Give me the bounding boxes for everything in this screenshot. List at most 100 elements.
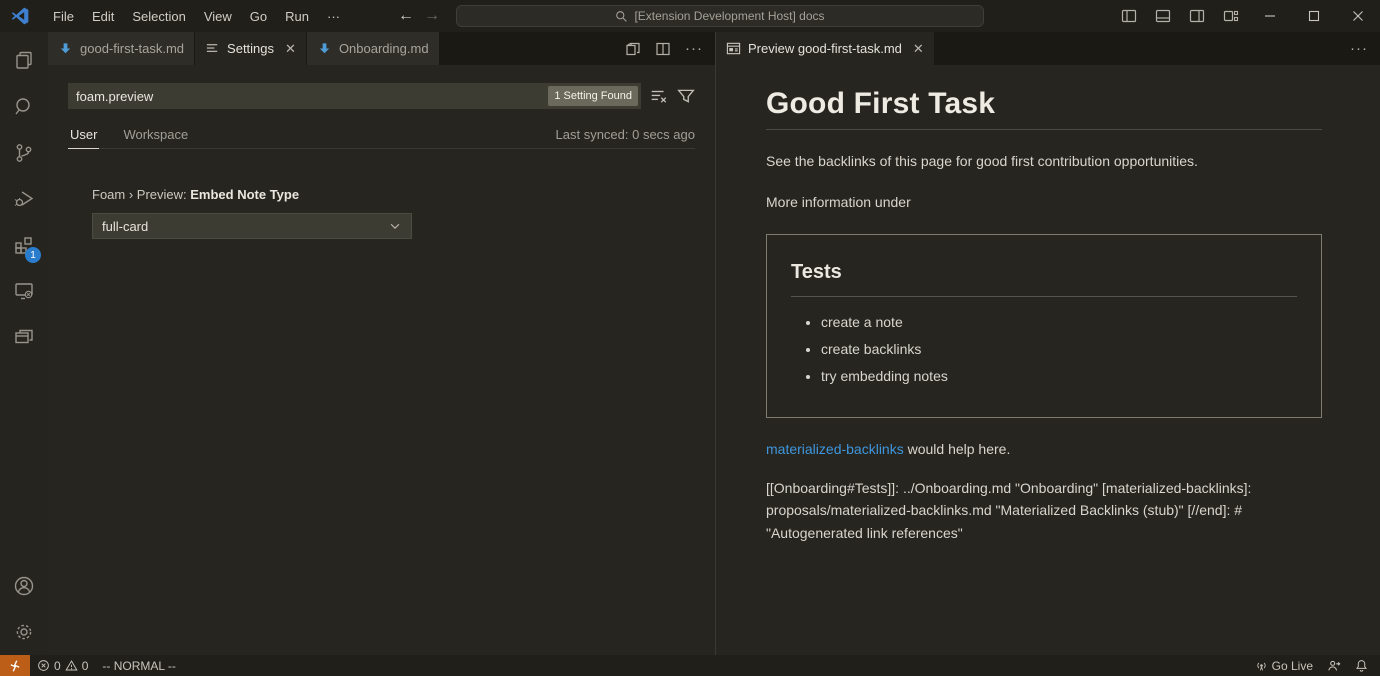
more-actions-icon[interactable]: ··· xyxy=(685,40,703,57)
minimize-icon xyxy=(1264,10,1276,22)
activity-explorer[interactable] xyxy=(0,38,48,84)
preview-paragraph: More information under xyxy=(766,192,1322,212)
remote-icon xyxy=(8,659,22,673)
open-settings-json-icon[interactable] xyxy=(625,41,641,57)
menu-go[interactable]: Go xyxy=(241,0,276,32)
embedded-note-card: Tests create a note create backlinks try… xyxy=(766,234,1322,419)
markdown-preview-icon xyxy=(726,41,741,56)
settings-editor: 1 Setting Found User Workspace Last sync… xyxy=(48,65,715,239)
autogenerated-link-references: [[Onboarding#Tests]]: ../Onboarding.md "… xyxy=(766,477,1322,545)
menu-run[interactable]: Run xyxy=(276,0,318,32)
toggle-secondary-sidebar-icon[interactable] xyxy=(1189,8,1205,24)
search-icon xyxy=(615,10,628,23)
feedback-button[interactable] xyxy=(1320,655,1348,676)
menu-edit[interactable]: Edit xyxy=(83,0,123,32)
clear-search-filters-icon[interactable] xyxy=(650,87,668,105)
activity-extensions[interactable]: 1 xyxy=(0,222,48,268)
error-count: 0 xyxy=(54,659,61,673)
remote-explorer-icon xyxy=(12,279,36,303)
activity-remote-explorer[interactable] xyxy=(0,268,48,314)
command-center-search[interactable]: [Extension Development Host] docs xyxy=(456,5,984,27)
source-control-branch-icon xyxy=(12,141,36,165)
tab-label: good-first-task.md xyxy=(80,41,184,56)
menu-file[interactable]: File xyxy=(44,0,83,32)
broadcast-icon xyxy=(1255,659,1268,672)
embedded-note-list: create a note create backlinks try embed… xyxy=(791,312,1297,387)
search-magnifier-icon xyxy=(12,95,36,119)
maximize-icon xyxy=(1308,10,1320,22)
tab-close-icon[interactable]: ✕ xyxy=(285,41,296,57)
error-icon xyxy=(37,659,50,672)
tab-close-icon[interactable]: ✕ xyxy=(913,41,924,57)
problems-status[interactable]: 0 0 xyxy=(30,655,95,676)
split-editor-icon[interactable] xyxy=(655,41,671,57)
markdown-preview: Good First Task See the backlinks of thi… xyxy=(716,65,1380,545)
go-live-label: Go Live xyxy=(1272,659,1313,673)
embed-note-type-select[interactable]: full-card xyxy=(92,213,412,239)
menu-more[interactable]: ··· xyxy=(318,0,349,32)
setting-title-name: Embed Note Type xyxy=(190,187,299,202)
vim-mode-indicator[interactable]: -- NORMAL -- xyxy=(95,655,183,676)
toggle-primary-sidebar-icon[interactable] xyxy=(1121,8,1137,24)
activity-source-control[interactable] xyxy=(0,130,48,176)
last-synced-label: Last synced: 0 secs ago xyxy=(556,127,695,142)
tab-label: Settings xyxy=(227,41,274,56)
tab-preview-good-first-task[interactable]: Preview good-first-task.md ✕ xyxy=(716,32,935,65)
go-live-button[interactable]: Go Live xyxy=(1248,655,1320,676)
minimize-button[interactable] xyxy=(1248,0,1292,32)
markdown-file-icon xyxy=(317,41,332,56)
more-actions-icon[interactable]: ··· xyxy=(1350,40,1368,57)
menu-selection[interactable]: Selection xyxy=(123,0,194,32)
activity-editor-layouts[interactable] xyxy=(0,314,48,360)
tab-settings[interactable]: Settings ✕ xyxy=(195,32,307,65)
warning-count: 0 xyxy=(82,659,89,673)
notifications-bell-icon xyxy=(1355,659,1368,672)
editor-actions-left: ··· xyxy=(613,32,715,65)
embedded-note-title: Tests xyxy=(791,261,1297,297)
activity-settings[interactable] xyxy=(0,609,48,655)
tab-good-first-task[interactable]: good-first-task.md xyxy=(48,32,195,65)
setting-title: Foam › Preview: Embed Note Type xyxy=(92,187,695,202)
settings-scope-tabs: User Workspace Last synced: 0 secs ago xyxy=(68,121,695,149)
windows-stack-icon xyxy=(12,325,36,349)
editor-group-left: good-first-task.md Settings ✕ Onboarding… xyxy=(48,32,716,655)
tab-onboarding[interactable]: Onboarding.md xyxy=(307,32,440,65)
nav-forward-icon[interactable]: → xyxy=(424,8,440,24)
select-value: full-card xyxy=(102,219,148,234)
vscode-logo xyxy=(10,6,30,26)
notifications-button[interactable] xyxy=(1348,655,1380,676)
close-window-button[interactable] xyxy=(1336,0,1380,32)
extensions-badge: 1 xyxy=(25,247,41,263)
link-suffix-text: would help here. xyxy=(904,441,1011,457)
explorer-files-icon xyxy=(12,49,36,73)
preview-link-paragraph: materialized-backlinks would help here. xyxy=(766,439,1322,459)
warning-icon xyxy=(65,659,78,672)
scope-tab-workspace[interactable]: Workspace xyxy=(121,121,190,149)
settings-editor-icon xyxy=(205,41,220,56)
list-item: create backlinks xyxy=(821,339,1297,359)
filter-funnel-icon[interactable] xyxy=(677,87,695,105)
close-icon xyxy=(1352,10,1364,22)
tab-bar-right: Preview good-first-task.md ✕ ··· xyxy=(716,32,1380,65)
activity-search[interactable] xyxy=(0,84,48,130)
activity-run-debug[interactable] xyxy=(0,176,48,222)
status-bar: 0 0 -- NORMAL -- Go Live xyxy=(0,655,1380,676)
gear-icon xyxy=(12,620,36,644)
menu-view[interactable]: View xyxy=(195,0,241,32)
vim-mode-label: -- NORMAL -- xyxy=(102,659,176,673)
tab-label: Onboarding.md xyxy=(339,41,429,56)
nav-back-icon[interactable]: ← xyxy=(398,8,414,24)
list-item: create a note xyxy=(821,312,1297,332)
editor-group-right: Preview good-first-task.md ✕ ··· Good Fi… xyxy=(716,32,1380,655)
activity-accounts[interactable] xyxy=(0,563,48,609)
preview-paragraph: See the backlinks of this page for good … xyxy=(766,151,1322,171)
activity-bar: 1 xyxy=(0,32,48,655)
run-debug-icon xyxy=(12,187,36,211)
feedback-person-icon xyxy=(1327,659,1341,673)
remote-indicator[interactable] xyxy=(0,655,30,676)
scope-tab-user[interactable]: User xyxy=(68,121,99,149)
materialized-backlinks-link[interactable]: materialized-backlinks xyxy=(766,441,904,457)
maximize-button[interactable] xyxy=(1292,0,1336,32)
customize-layout-icon[interactable] xyxy=(1223,8,1239,24)
toggle-panel-icon[interactable] xyxy=(1155,8,1171,24)
